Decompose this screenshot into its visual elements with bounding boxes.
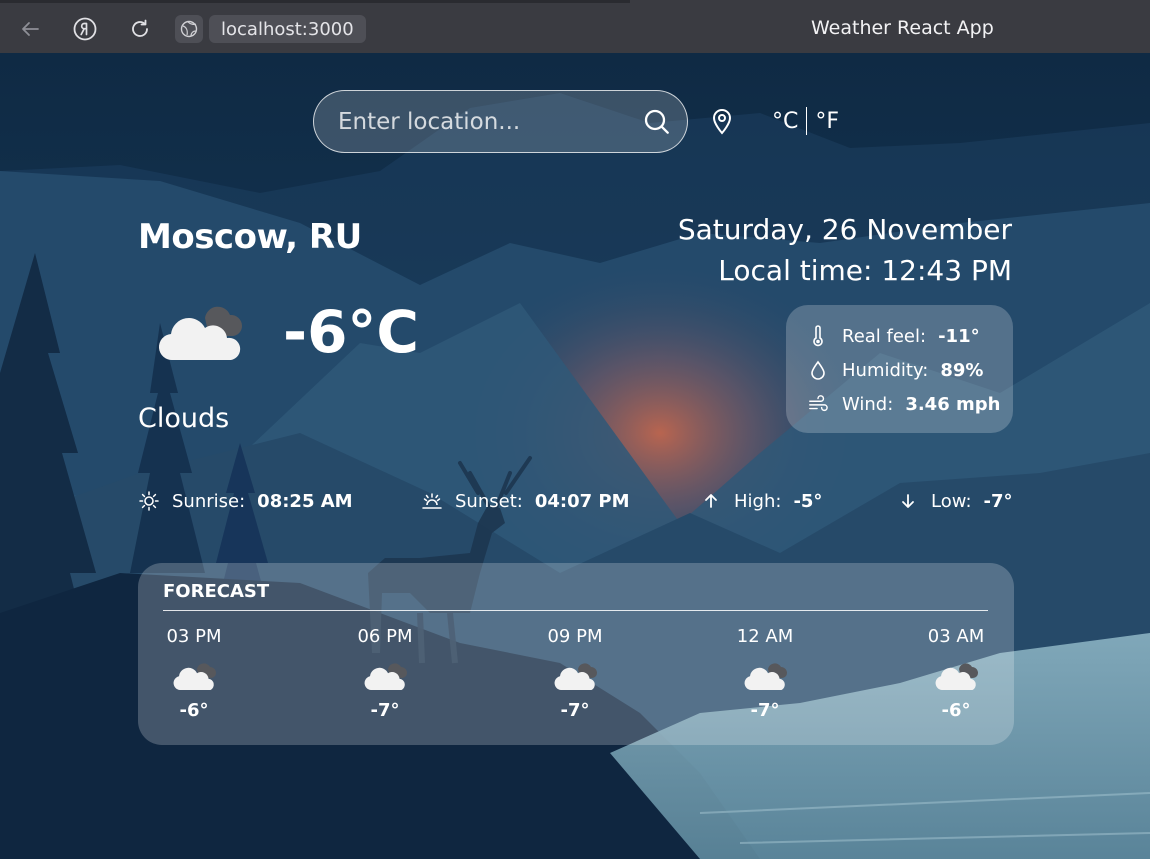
- celsius-button[interactable]: °C: [772, 109, 798, 134]
- forecast-item: 12 AM -7°: [725, 626, 805, 721]
- forecast-item: 06 PM -7°: [345, 626, 425, 721]
- real-feel-value: -11°: [938, 325, 980, 347]
- sunset-label: Sunset:: [455, 490, 523, 512]
- local-time: Local time: 12:43 PM: [718, 254, 1012, 287]
- forecast-time: 03 AM: [927, 626, 985, 647]
- humidity-row: Humidity: 89%: [808, 353, 1013, 387]
- clouds-icon: [554, 663, 597, 690]
- back-arrow-icon[interactable]: [15, 14, 45, 44]
- sunset-icon: [421, 490, 443, 512]
- location-pin-icon[interactable]: [709, 108, 735, 136]
- sunrise-value: 08:25 AM: [257, 490, 353, 512]
- site-globe-icon[interactable]: [175, 15, 203, 43]
- real-feel-label: Real feel:: [842, 325, 927, 347]
- sun-high-low-row: Sunrise: 08:25 AM Sunset: 04:07 PM High:…: [138, 487, 1014, 515]
- forecast-temp: -7°: [750, 700, 780, 721]
- sunset-value: 04:07 PM: [534, 490, 630, 512]
- unit-toggle: °C °F: [772, 107, 839, 135]
- reload-icon[interactable]: [125, 14, 155, 44]
- high-value: -5°: [793, 490, 823, 512]
- forecast-time: 03 PM: [166, 626, 222, 647]
- address-text[interactable]: localhost:3000: [209, 15, 366, 43]
- city-name: Moscow, RU: [138, 217, 362, 257]
- forecast-temp: -6°: [179, 700, 209, 721]
- forecast-heading: FORECAST: [163, 581, 270, 602]
- search-box[interactable]: [313, 90, 688, 153]
- high-item: High: -5°: [700, 487, 822, 515]
- wind-value: 3.46 mph: [905, 393, 1001, 415]
- forecast-temp: -6°: [941, 700, 971, 721]
- sunrise-icon: [138, 490, 160, 512]
- droplet-icon: [808, 359, 828, 381]
- high-label: High:: [734, 490, 782, 512]
- low-label: Low:: [931, 490, 972, 512]
- real-feel-row: Real feel: -11°: [808, 319, 1013, 353]
- low-value: -7°: [983, 490, 1013, 512]
- wind-label: Wind:: [842, 393, 894, 415]
- forecast-temp: -7°: [560, 700, 590, 721]
- forecast-divider: [163, 610, 988, 611]
- address-bar[interactable]: localhost:3000: [175, 13, 366, 45]
- browser-toolbar: localhost:3000 Weather React App: [0, 0, 1150, 53]
- forecast-time: 06 PM: [357, 626, 413, 647]
- search-icon[interactable]: [643, 108, 671, 136]
- wind-icon: [808, 393, 828, 415]
- humidity-label: Humidity:: [842, 359, 929, 381]
- sunrise-item: Sunrise: 08:25 AM: [138, 487, 353, 515]
- forecast-item: 03 PM -6°: [154, 626, 234, 721]
- forecast-item: 09 PM -7°: [535, 626, 615, 721]
- clouds-icon: [158, 306, 243, 361]
- forecast-time: 12 AM: [736, 626, 794, 647]
- fahrenheit-button[interactable]: °F: [815, 109, 839, 134]
- forecast-temp: -7°: [370, 700, 400, 721]
- unit-divider: [806, 107, 808, 135]
- condition-text: Clouds: [138, 403, 230, 434]
- clouds-icon: [744, 663, 787, 690]
- sunrise-label: Sunrise:: [172, 490, 246, 512]
- clouds-icon: [364, 663, 407, 690]
- forecast-item: 03 AM -6°: [916, 626, 996, 721]
- window-title: Weather React App: [811, 17, 994, 39]
- humidity-value: 89%: [940, 359, 984, 381]
- arrow-up-icon: [700, 490, 722, 512]
- active-tab-edge: [630, 0, 1150, 3]
- wind-row: Wind: 3.46 mph: [808, 387, 1013, 421]
- forecast-time: 09 PM: [547, 626, 603, 647]
- date-text: Saturday, 26 November: [677, 213, 1012, 246]
- details-card: Real feel: -11° Humidity: 89% Wind: 3.46…: [786, 305, 1013, 433]
- sunset-item: Sunset: 04:07 PM: [421, 487, 630, 515]
- weather-app: °C °F Moscow, RU Saturday, 26 November L…: [0, 53, 1150, 859]
- thermometer-icon: [808, 325, 828, 347]
- low-item: Low: -7°: [897, 487, 1013, 515]
- forecast-card: FORECAST 03 PM -6° 06 PM -7° 09 PM -7° 1…: [138, 563, 1014, 745]
- yandex-icon[interactable]: [70, 14, 100, 44]
- arrow-down-icon: [897, 490, 919, 512]
- search-input[interactable]: [338, 105, 628, 139]
- current-temperature: -6°C: [283, 298, 419, 366]
- clouds-icon: [173, 663, 216, 690]
- clouds-icon: [935, 663, 978, 690]
